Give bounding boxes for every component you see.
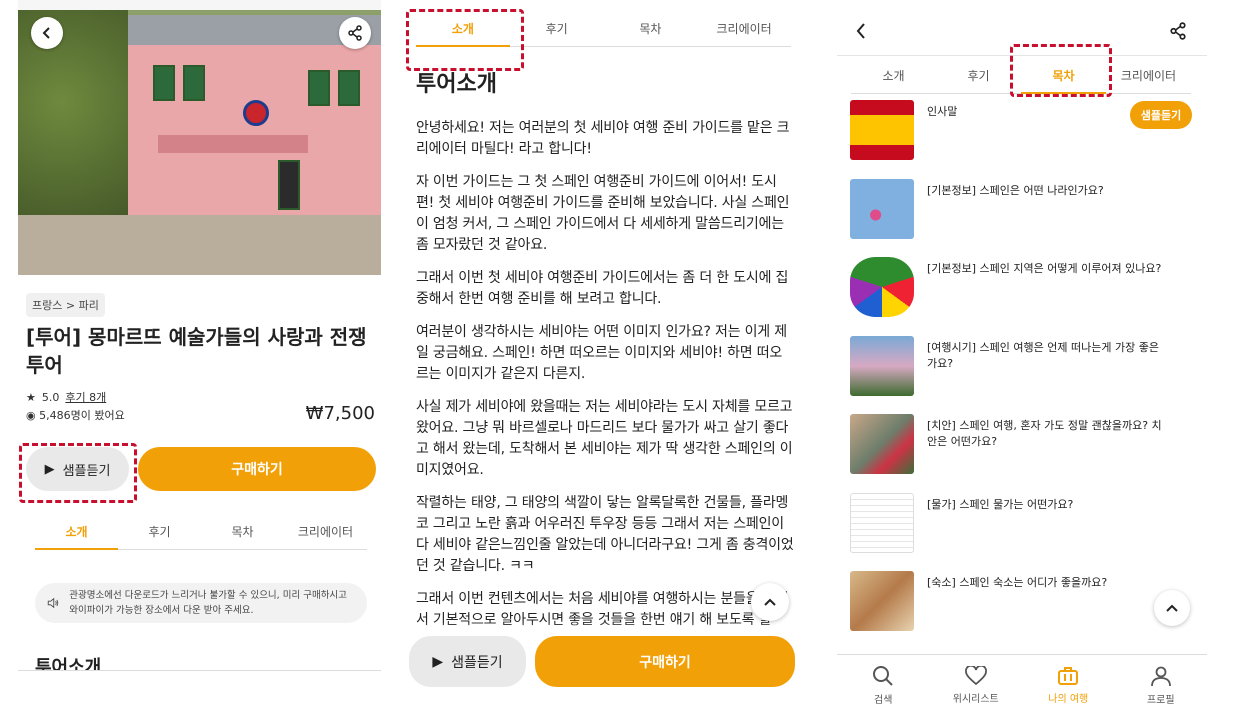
rating: ★ 5.0 후기 8개 [26, 389, 106, 405]
search-icon [873, 665, 893, 686]
views-text: 5,486명이 봤어요 [39, 409, 125, 422]
back-button[interactable] [855, 22, 867, 44]
reviews-link[interactable]: 후기 8개 [65, 389, 106, 405]
item-title: [치안] 스페인 여행, 혼자 가도 정말 괜찮을까요? 치안은 어떤가요? [927, 419, 1162, 448]
tab-reviews[interactable]: 후기 [118, 523, 201, 550]
sample-listen-button[interactable]: ▶ 샘플듣기 [409, 636, 526, 687]
tab-bar: 소개 후기 목차 크리에이터 [35, 523, 367, 550]
tab-bar: 소개 후기 목차 크리에이터 [851, 67, 1191, 94]
list-item[interactable]: [기본정보] 스페인 지역은 어떻게 이루어져 있나요? [850, 257, 1195, 336]
back-button[interactable] [31, 17, 63, 49]
item-title: [기본정보] 스페인은 어떤 나라인가요? [927, 183, 1104, 197]
no-parking-sign [243, 100, 269, 126]
item-title: [기본정보] 스페인 지역은 어떻게 이루어져 있나요? [927, 262, 1162, 275]
tab-intro[interactable]: 소개 [35, 523, 118, 550]
sample-listen-button[interactable]: ▶ 샘플듣기 [26, 447, 129, 491]
chevron-left-icon [856, 23, 865, 39]
star-icon: ★ [26, 390, 36, 404]
person-icon [1150, 666, 1171, 686]
list-item[interactable]: [숙소] 스페인 숙소는 어디가 좋을까요? [850, 571, 1195, 650]
paragraph: 여러분이 생각하시는 세비야는 어떤 이미지 인가요? 저는 이게 제일 궁금해… [416, 324, 787, 382]
toc-panel: 소개 후기 목차 크리에이터 인사말 샘플듣기 [기본정보] 스페인은 어떤 나… [837, 0, 1207, 715]
buy-button[interactable]: 구매하기 [535, 636, 795, 687]
sample-label: 샘플듣기 [62, 463, 111, 479]
spain-flag-thumbnail [850, 100, 914, 160]
tab-reviews[interactable]: 후기 [936, 67, 1021, 94]
play-icon: ▶ [44, 461, 55, 477]
tab-toc[interactable]: 목차 [603, 20, 698, 47]
tab-intro[interactable]: 소개 [416, 20, 510, 47]
spain-regions-thumbnail [850, 257, 914, 317]
price-table-thumbnail [850, 492, 914, 553]
chevron-up-icon [764, 598, 776, 606]
tab-toc[interactable]: 목차 [201, 523, 284, 550]
tour-intro-panel: 소개 후기 목차 크리에이터 투어소개 안녕하세요! 저는 여러분의 첫 세비야… [400, 0, 810, 700]
chevron-left-icon [42, 27, 50, 39]
scroll-top-button[interactable] [1154, 590, 1190, 626]
download-notice: 관광명소에선 다운로드가 느리거나 불가할 수 있으니, 미리 구매하시고 와이… [35, 583, 367, 623]
nav-label: 나의 여행 [1048, 693, 1089, 705]
header [837, 0, 1207, 56]
chevron-up-icon [1166, 604, 1178, 612]
section-title: 투어소개 [416, 72, 497, 97]
sample-listen-button[interactable]: 샘플듣기 [1130, 101, 1192, 129]
item-title: [물가] 스페인 물가는 어떤가요? [927, 497, 1074, 511]
suitcase-icon [1058, 666, 1079, 685]
item-title: [숙소] 스페인 숙소는 어디가 좋을까요? [927, 576, 1108, 589]
share-button[interactable] [339, 17, 371, 49]
accommodation-thumbnail [850, 571, 914, 631]
list-item[interactable]: [여행시기] 스페인 여행은 언제 떠나는게 가장 좋은 가요? [850, 335, 1195, 415]
tab-toc[interactable]: 목차 [1021, 67, 1106, 94]
tab-intro[interactable]: 소개 [851, 67, 936, 94]
paragraph: 사실 제가 세비야에 왔을때는 저는 세비야라는 도시 자체를 모르고 왔어요.… [416, 399, 793, 478]
tab-reviews[interactable]: 후기 [509, 20, 604, 47]
share-button[interactable] [1169, 22, 1187, 44]
paragraph: 안녕하세요! 저는 여러분의 첫 세비야 여행 준비 가이드를 맡은 크리에이터… [416, 120, 790, 157]
nav-label: 위시리스트 [952, 693, 999, 705]
sagrada-familia-thumbnail [850, 335, 914, 396]
heart-icon [964, 665, 987, 685]
list-item[interactable]: [치안] 스페인 여행, 혼자 가도 정말 괜찮을까요? 치안은 어떤가요? [850, 414, 1195, 493]
paragraph: 그래서 이번 첫 세비야 여행준비 가이드에서는 좀 더 한 도시에 집중해서 … [416, 270, 789, 307]
nav-my-trips[interactable]: 나의 여행 [1022, 655, 1115, 715]
rating-value: 5.0 [41, 390, 60, 404]
europe-map-thumbnail [850, 178, 914, 239]
views-count: ◉ 5,486명이 봤어요 [26, 407, 125, 423]
notice-text: 관광명소에선 다운로드가 느리거나 불가할 수 있으니, 미리 구매하시고 와이… [69, 590, 347, 616]
buy-button[interactable]: 구매하기 [138, 447, 376, 491]
sample-label: 샘플듣기 [451, 654, 503, 671]
nav-profile[interactable]: 프로필 [1115, 655, 1208, 715]
paragraph: 작렬하는 태양, 그 태양의 색깔이 닿는 알록달록한 건물들, 플라멩코 그리… [416, 495, 794, 574]
hero-image [18, 10, 381, 275]
price: ₩7,500 [305, 403, 375, 424]
list-item[interactable]: [물가] 스페인 물가는 어떤가요? [850, 492, 1195, 572]
nav-wishlist[interactable]: 위시리스트 [930, 655, 1023, 715]
tab-creator[interactable]: 크리에이터 [1106, 67, 1191, 94]
scroll-top-button[interactable] [751, 583, 789, 621]
item-title: [여행시기] 스페인 여행은 언제 떠나는게 가장 좋은 가요? [927, 340, 1159, 370]
list-item[interactable]: [기본정보] 스페인은 어떤 나라인가요? [850, 178, 1195, 258]
tab-creator[interactable]: 크리에이터 [284, 523, 367, 550]
bottom-nav: 검색 위시리스트 나의 여행 프로필 [837, 654, 1207, 715]
breadcrumb[interactable]: 프랑스 > 파리 [26, 293, 105, 317]
tab-bar: 소개 후기 목차 크리에이터 [416, 20, 791, 47]
nav-label: 검색 [874, 694, 893, 706]
share-icon [348, 25, 362, 41]
toc-list: 인사말 샘플듣기 [기본정보] 스페인은 어떤 나라인가요? [기본정보] 스페… [850, 100, 1195, 650]
intro-text: 안녕하세요! 저는 여러분의 첫 세비야 여행 준비 가이드를 맡은 크리에이터… [416, 118, 794, 643]
paragraph: 자 이번 가이드는 그 첫 스페인 여행준비 가이드에 이어서! 도시편! 첫 … [416, 174, 790, 253]
speaker-icon [47, 597, 59, 609]
play-icon: ▶ [432, 653, 444, 670]
list-item[interactable]: 인사말 샘플듣기 [850, 100, 1195, 179]
eye-icon: ◉ [26, 409, 36, 422]
tab-creator[interactable]: 크리에이터 [697, 20, 791, 47]
safety-thumbnail [850, 414, 914, 474]
bottom-nav-partial [18, 670, 381, 690]
nav-search[interactable]: 검색 [837, 655, 930, 715]
tour-detail-panel: 프랑스 > 파리 [투어] 몽마르뜨 예술가들의 사랑과 전쟁 투어 ★ 5.0… [18, 0, 381, 690]
share-icon [1170, 22, 1186, 40]
page-title: [투어] 몽마르뜨 예술가들의 사랑과 전쟁 투어 [26, 325, 367, 377]
nav-label: 프로필 [1146, 694, 1175, 706]
